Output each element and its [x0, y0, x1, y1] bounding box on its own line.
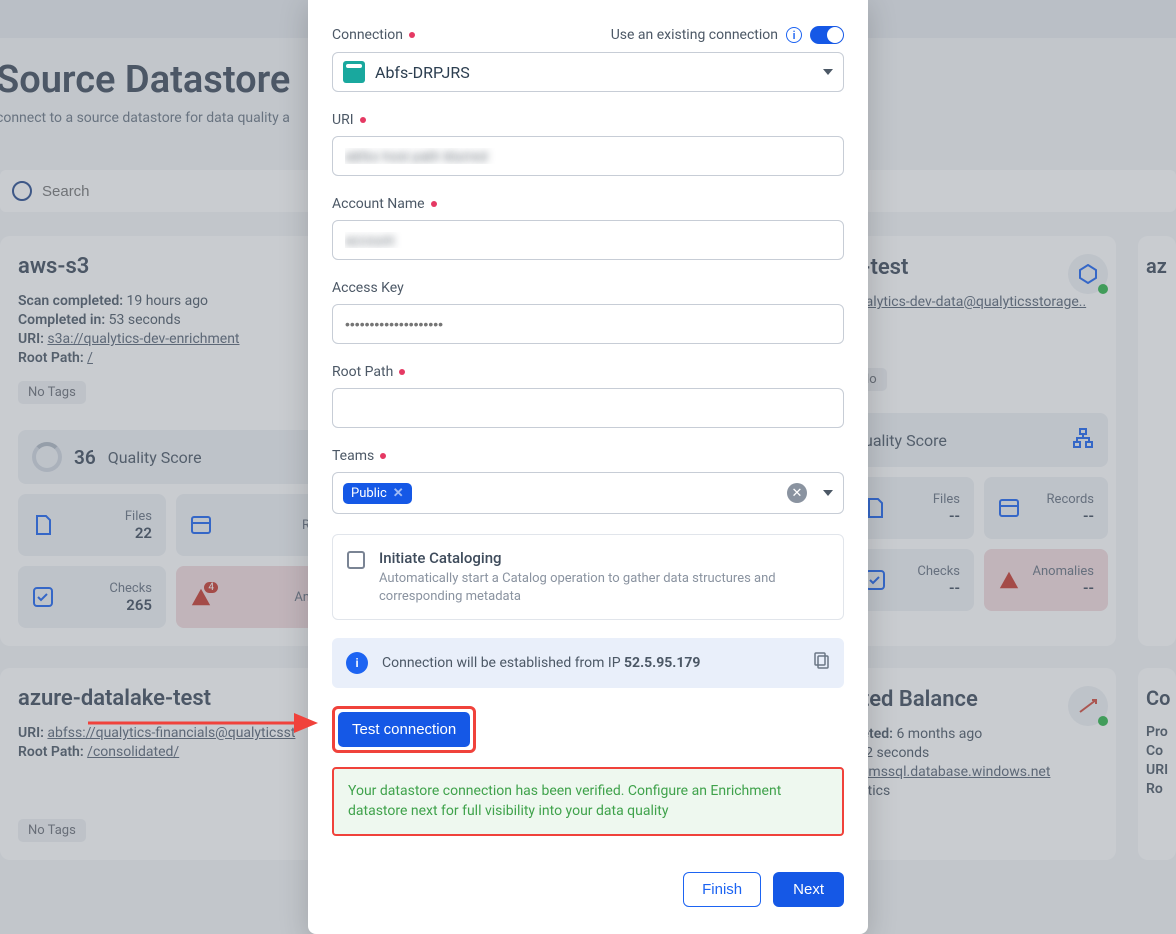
root-path-input[interactable]: [332, 388, 844, 428]
finish-button[interactable]: Finish: [683, 872, 761, 907]
info-icon: i: [346, 652, 368, 674]
success-message: Your datastore connection has been verif…: [332, 767, 844, 836]
required-icon: [399, 369, 405, 375]
existing-connection-label: Use an existing connection: [611, 27, 778, 43]
annotation-arrow-icon: [88, 708, 318, 738]
ip-value: 52.5.95.179: [624, 655, 700, 671]
teams-label: Teams: [332, 448, 844, 464]
uri-label: URI: [332, 112, 844, 128]
required-icon: [409, 32, 415, 38]
catalog-description: Automatically start a Catalog operation …: [379, 570, 829, 605]
chevron-down-icon: [823, 490, 833, 496]
database-icon: [343, 61, 365, 83]
account-name-input[interactable]: [332, 220, 844, 260]
root-path-label: Root Path: [332, 364, 844, 380]
uri-input[interactable]: [332, 136, 844, 176]
catalog-title: Initiate Cataloging: [379, 549, 829, 567]
modal-overlay: Connection Use an existing connection i …: [0, 0, 1176, 934]
test-connection-button[interactable]: Test connection: [338, 712, 470, 747]
connection-select[interactable]: Abfs-DRPJRS: [332, 52, 844, 92]
add-datastore-dialog: Connection Use an existing connection i …: [308, 0, 868, 934]
required-icon: [380, 453, 386, 459]
access-key-label: Access Key: [332, 280, 844, 296]
access-key-input[interactable]: [332, 304, 844, 344]
catalog-checkbox[interactable]: [347, 551, 365, 569]
copy-icon[interactable]: [814, 652, 830, 674]
remove-chip-icon[interactable]: ✕: [393, 486, 404, 501]
test-connection-highlight: Test connection: [332, 706, 476, 753]
team-chip[interactable]: Public✕: [343, 483, 412, 504]
teams-select[interactable]: Public✕ ✕: [332, 472, 844, 514]
initiate-cataloging-option[interactable]: Initiate Cataloging Automatically start …: [332, 534, 844, 620]
required-icon: [360, 117, 366, 123]
existing-connection-toggle[interactable]: [810, 26, 844, 44]
ip-banner: i Connection will be established from IP…: [332, 638, 844, 688]
next-button[interactable]: Next: [773, 872, 844, 907]
account-name-label: Account Name: [332, 196, 844, 212]
clear-teams-icon[interactable]: ✕: [787, 483, 807, 503]
required-icon: [431, 201, 437, 207]
info-icon[interactable]: i: [786, 27, 802, 43]
chevron-down-icon: [823, 69, 833, 75]
connection-label: Connection: [332, 27, 415, 43]
